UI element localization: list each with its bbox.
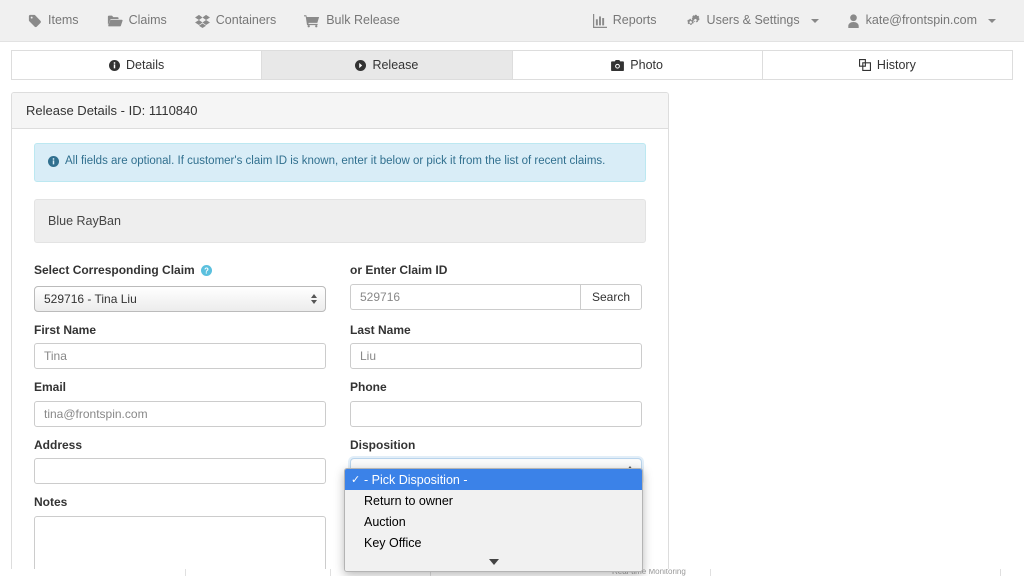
nav-item-users-settings[interactable]: Users & Settings xyxy=(671,7,833,34)
nav-item-reports-label: Reports xyxy=(612,13,657,28)
nav-item-bulk-release[interactable]: Bulk Release xyxy=(290,8,414,34)
select-arrows-icon xyxy=(311,293,317,304)
disposition-label: Disposition xyxy=(350,437,416,452)
dropdown-option-auction[interactable]: ✓ Auction xyxy=(345,511,642,532)
form-row-name: First Name Tina Last Name Liu xyxy=(34,323,646,370)
dropdown-option-return-to-owner[interactable]: ✓ Return to owner xyxy=(345,490,642,511)
info-alert: All fields are optional. If customer's c… xyxy=(34,143,646,182)
dropbox-icon xyxy=(194,14,210,28)
tab-details[interactable]: Details xyxy=(11,50,262,80)
tab-history[interactable]: History xyxy=(761,50,1013,80)
select-claim-value: 529716 - Tina Liu xyxy=(44,291,137,306)
nav-item-account-label: kate@frontspin.com xyxy=(865,13,977,28)
select-claim-label: Select Corresponding Claim ? xyxy=(34,263,326,281)
form-row-claim: Select Corresponding Claim ? 529716 - Ti… xyxy=(34,263,646,312)
field-email: Email tina@frontspin.com xyxy=(34,380,326,427)
search-button[interactable]: Search xyxy=(579,283,642,310)
checkmark-icon: ✓ xyxy=(351,494,364,507)
phone-label: Phone xyxy=(350,380,387,395)
first-name-label: First Name xyxy=(34,322,97,337)
nav-item-containers[interactable]: Containers xyxy=(181,8,290,34)
top-navbar: Items Claims Containers Bulk Release Rep… xyxy=(0,0,1024,42)
files-copy-icon xyxy=(858,59,871,71)
last-name-label: Last Name xyxy=(350,322,411,337)
dropdown-option-label: - Pick Disposition - xyxy=(364,472,468,487)
checkmark-icon: ✓ xyxy=(351,474,361,486)
tab-release[interactable]: Release xyxy=(261,50,512,80)
field-last-name: Last Name Liu xyxy=(350,323,642,370)
phone-input[interactable] xyxy=(350,400,642,427)
bar-chart-icon xyxy=(592,13,607,28)
arrow-circle-right-icon xyxy=(355,59,367,71)
disposition-dropdown-popup[interactable]: ✓ - Pick Disposition - ✓ Return to owner… xyxy=(344,468,643,572)
dropdown-option-label: Auction xyxy=(364,514,406,529)
field-first-name: First Name Tina xyxy=(34,323,326,370)
user-icon xyxy=(847,13,860,28)
tab-history-label: History xyxy=(876,57,916,72)
claim-id-input[interactable]: 529716 xyxy=(350,283,580,310)
tab-photo[interactable]: Photo xyxy=(511,50,762,80)
checkmark-icon: ✓ xyxy=(351,515,364,528)
address-input[interactable] xyxy=(34,458,326,485)
last-name-input[interactable]: Liu xyxy=(350,343,642,370)
field-select-claim: Select Corresponding Claim ? 529716 - Ti… xyxy=(34,263,326,312)
nav-item-users-settings-label: Users & Settings xyxy=(706,13,800,28)
tag-icon xyxy=(28,14,42,28)
nav-item-containers-label: Containers xyxy=(215,13,277,28)
tab-bar: Details Release Photo History xyxy=(0,42,1024,80)
field-address: Address xyxy=(34,438,326,485)
nav-item-bulk-release-label: Bulk Release xyxy=(326,13,400,28)
nav-item-claims[interactable]: Claims xyxy=(93,8,181,34)
svg-text:?: ? xyxy=(204,266,209,275)
navbar-left-group: Items Claims Containers Bulk Release xyxy=(14,8,414,34)
nav-item-reports[interactable]: Reports xyxy=(579,8,671,34)
panel-heading: Release Details - ID: 1110840 xyxy=(12,93,668,129)
camera-icon xyxy=(611,59,625,71)
address-label: Address xyxy=(34,437,83,452)
nav-item-items[interactable]: Items xyxy=(14,8,93,34)
notes-label: Notes xyxy=(34,495,68,510)
navbar-right-group: Reports Users & Settings kate@frontspin.… xyxy=(579,7,1010,34)
email-label: Email xyxy=(34,380,67,395)
shopping-cart-icon xyxy=(304,14,320,28)
field-claim-id: or Enter Claim ID 529716 Search xyxy=(350,263,642,312)
field-notes: Notes xyxy=(34,495,326,572)
dropdown-option-pick-disposition[interactable]: ✓ - Pick Disposition - xyxy=(345,469,642,490)
notes-textarea[interactable] xyxy=(34,515,326,572)
tab-photo-label: Photo xyxy=(630,57,663,72)
field-phone: Phone xyxy=(350,380,642,427)
claim-id-label: or Enter Claim ID xyxy=(350,263,448,277)
form-row-contact: Email tina@frontspin.com Phone xyxy=(34,380,646,427)
select-claim-dropdown[interactable]: 529716 - Tina Liu xyxy=(34,285,326,312)
claim-id-input-group: 529716 Search xyxy=(350,283,642,310)
email-input[interactable]: tina@frontspin.com xyxy=(34,400,326,427)
chevron-down-icon xyxy=(988,18,996,23)
dropdown-option-label: Return to owner xyxy=(364,493,453,508)
tab-details-label: Details xyxy=(126,57,165,72)
nav-item-items-label: Items xyxy=(48,13,79,28)
info-circle-icon xyxy=(109,59,121,71)
gears-icon xyxy=(685,13,701,28)
tab-release-label: Release xyxy=(372,57,419,72)
item-name-bar: Blue RayBan xyxy=(34,199,646,243)
dropdown-option-key-office[interactable]: ✓ Key Office xyxy=(345,532,642,553)
select-claim-label-text: Select Corresponding Claim xyxy=(34,263,195,277)
info-circle-icon xyxy=(48,156,59,170)
nav-item-account[interactable]: kate@frontspin.com xyxy=(833,8,1010,34)
checkmark-icon: ✓ xyxy=(351,536,364,549)
dropdown-scroll-down-arrow-icon[interactable] xyxy=(345,553,642,571)
chevron-down-icon xyxy=(810,18,819,23)
nav-item-claims-label: Claims xyxy=(128,13,167,28)
dropdown-option-label: Key Office xyxy=(364,535,422,550)
info-alert-text: All fields are optional. If customer's c… xyxy=(65,155,606,167)
help-circle-icon[interactable]: ? xyxy=(201,265,213,281)
first-name-input[interactable]: Tina xyxy=(34,343,326,370)
folder-open-icon xyxy=(107,14,123,28)
